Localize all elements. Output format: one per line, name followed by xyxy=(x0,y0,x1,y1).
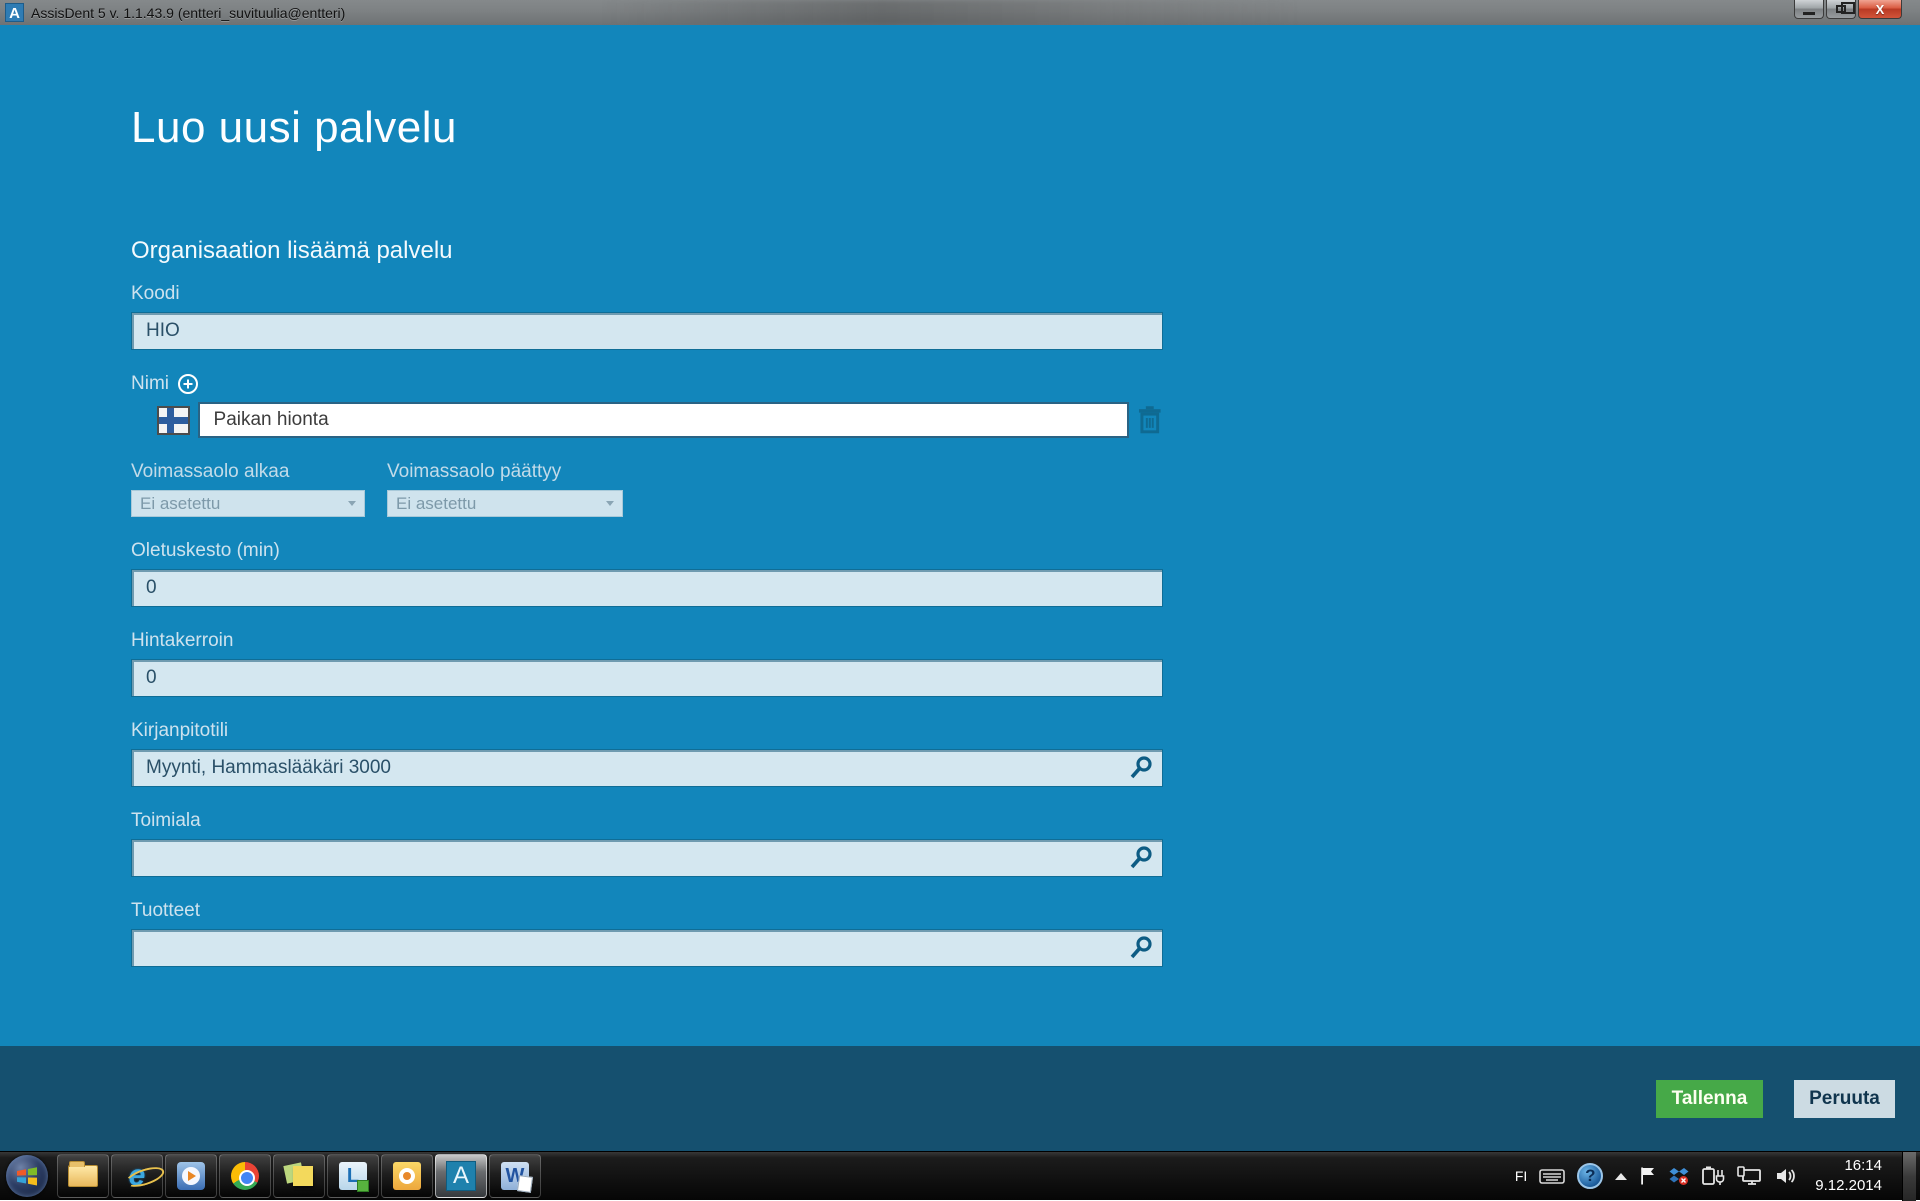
add-name-icon[interactable] xyxy=(177,373,199,395)
nimi-label-text: Nimi xyxy=(131,373,169,395)
minimize-icon xyxy=(1803,12,1815,15)
volume-icon[interactable] xyxy=(1775,1166,1797,1186)
action-center-flag-icon[interactable] xyxy=(1639,1166,1657,1186)
taskbar-lync[interactable]: L xyxy=(327,1154,379,1198)
toimiala-input[interactable] xyxy=(131,839,1163,877)
taskbar: e L A W FI ? xyxy=(0,1151,1920,1200)
tuotteet-input[interactable] xyxy=(131,929,1163,967)
minimize-button[interactable] xyxy=(1794,0,1824,19)
taskbar-windows-media-player[interactable] xyxy=(165,1154,217,1198)
chrome-icon xyxy=(231,1162,259,1190)
search-icon[interactable] xyxy=(1128,845,1154,871)
koodi-label: Koodi xyxy=(131,283,1163,305)
windows-logo-icon xyxy=(15,1164,39,1188)
search-icon[interactable] xyxy=(1128,755,1154,781)
tray-date: 9.12.2014 xyxy=(1815,1176,1882,1196)
window-titlebar: A AssisDent 5 v. 1.1.43.9 (entteri_suvit… xyxy=(0,0,1920,25)
field-hintakerroin: Hintakerroin xyxy=(131,630,1163,697)
field-koodi: Koodi xyxy=(131,283,1163,350)
keyboard-icon[interactable] xyxy=(1539,1167,1565,1185)
tray-time: 16:14 xyxy=(1815,1156,1882,1176)
taskbar-outlook[interactable] xyxy=(381,1154,433,1198)
close-button[interactable]: X xyxy=(1858,0,1902,19)
voimassaolo-alkaa-value: Ei asetettu xyxy=(140,494,220,514)
outlook-icon xyxy=(393,1162,421,1190)
help-icon[interactable]: ? xyxy=(1577,1163,1603,1189)
delete-name-icon[interactable] xyxy=(1137,405,1163,435)
network-icon[interactable] xyxy=(1737,1166,1763,1186)
kirjanpitotili-input[interactable] xyxy=(131,749,1163,787)
oletuskesto-label: Oletuskesto (min) xyxy=(131,540,1163,562)
nimi-label: Nimi xyxy=(131,373,1163,395)
voimassaolo-paattyy-select[interactable]: Ei asetettu xyxy=(387,490,623,517)
system-tray: FI ? xyxy=(1515,1152,1920,1200)
service-form: Koodi Nimi xyxy=(131,283,1163,990)
footer-bar: Tallenna Peruuta xyxy=(0,1046,1920,1151)
lync-icon: L xyxy=(339,1162,367,1190)
restore-icon xyxy=(1836,5,1846,13)
search-icon[interactable] xyxy=(1128,935,1154,961)
main-canvas: Luo uusi palvelu Organisaation lisäämä p… xyxy=(0,25,1920,1046)
section-title: Organisaation lisäämä palvelu xyxy=(131,237,453,265)
finland-flag-icon xyxy=(157,406,190,435)
language-indicator[interactable]: FI xyxy=(1515,1168,1527,1184)
explorer-folder-icon xyxy=(68,1165,98,1187)
restore-button[interactable] xyxy=(1826,0,1856,19)
voimassaolo-paattyy-value: Ei asetettu xyxy=(396,494,476,514)
taskbar-sticky-notes[interactable] xyxy=(273,1154,325,1198)
voimassaolo-alkaa-select[interactable]: Ei asetettu xyxy=(131,490,365,517)
field-kirjanpitotili: Kirjanpitotili xyxy=(131,720,1163,787)
sticky-notes-icon xyxy=(285,1162,313,1190)
taskbar-word[interactable]: W xyxy=(489,1154,541,1198)
window-title: AssisDent 5 v. 1.1.43.9 (entteri_suvituu… xyxy=(31,5,345,21)
assisdent-icon: A xyxy=(446,1161,476,1191)
tray-clock[interactable]: 16:14 9.12.2014 xyxy=(1815,1156,1882,1197)
oletuskesto-input[interactable] xyxy=(131,569,1163,607)
chevron-down-icon xyxy=(348,501,356,506)
word-icon: W xyxy=(501,1162,529,1190)
app-icon: A xyxy=(5,3,24,22)
field-oletuskesto: Oletuskesto (min) xyxy=(131,540,1163,607)
koodi-input[interactable] xyxy=(131,312,1163,350)
dropbox-icon[interactable] xyxy=(1669,1166,1689,1186)
internet-explorer-icon: e xyxy=(129,1159,146,1193)
kirjanpitotili-label: Kirjanpitotili xyxy=(131,720,1163,742)
hintakerroin-label: Hintakerroin xyxy=(131,630,1163,652)
power-battery-icon[interactable] xyxy=(1701,1166,1725,1186)
field-voimassaolo-paattyy: Voimassaolo päättyy Ei asetettu xyxy=(387,461,623,517)
close-icon: X xyxy=(1876,3,1885,16)
field-voimassaolo-alkaa: Voimassaolo alkaa Ei asetettu xyxy=(131,461,365,517)
show-desktop-button[interactable] xyxy=(1902,1152,1916,1201)
taskbar-chrome[interactable] xyxy=(219,1154,271,1198)
toimiala-label: Toimiala xyxy=(131,810,1163,832)
media-player-icon xyxy=(177,1162,205,1190)
show-hidden-icons-arrow[interactable] xyxy=(1615,1173,1627,1180)
tuotteet-label: Tuotteet xyxy=(131,900,1163,922)
taskbar-windows-explorer[interactable] xyxy=(57,1154,109,1198)
nimi-input[interactable] xyxy=(198,402,1130,438)
save-button[interactable]: Tallenna xyxy=(1656,1080,1763,1118)
hintakerroin-input[interactable] xyxy=(131,659,1163,697)
chevron-down-icon xyxy=(606,501,614,506)
field-tuotteet: Tuotteet xyxy=(131,900,1163,967)
taskbar-internet-explorer[interactable]: e xyxy=(111,1154,163,1198)
field-toimiala: Toimiala xyxy=(131,810,1163,877)
voimassaolo-alkaa-label: Voimassaolo alkaa xyxy=(131,461,365,483)
field-nimi: Nimi xyxy=(131,373,1163,438)
voimassaolo-paattyy-label: Voimassaolo päättyy xyxy=(387,461,623,483)
cancel-button[interactable]: Peruuta xyxy=(1794,1080,1895,1118)
taskbar-assisdent[interactable]: A xyxy=(435,1154,487,1198)
page-title: Luo uusi palvelu xyxy=(131,103,457,153)
start-menu-button[interactable] xyxy=(6,1155,48,1197)
